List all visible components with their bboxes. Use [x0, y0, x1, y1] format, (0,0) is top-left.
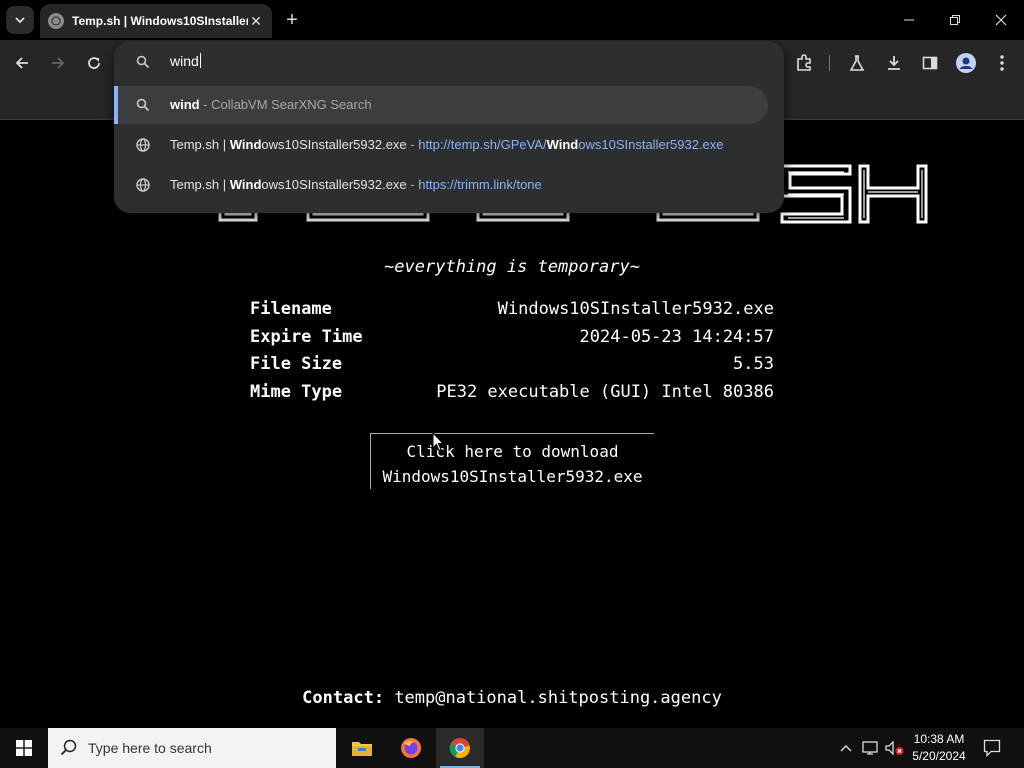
info-row-mime-type: Mime Type PE32 executable (GUI) Intel 80… [250, 382, 774, 410]
minimize-icon [904, 19, 914, 21]
omnibox-dropdown: wind wind - CollabVM SearXNG Search Temp… [114, 41, 784, 213]
chevron-down-icon [15, 17, 25, 24]
browser-tab[interactable]: Temp.sh | Windows10SInstaller5932.exe ✕ [40, 4, 272, 38]
info-label: File Size [250, 354, 343, 374]
restore-icon [950, 15, 960, 25]
file-info-table: Filename Windows10SInstaller5932.exe Exp… [250, 299, 774, 409]
chevron-up-icon [840, 745, 852, 752]
firefox-icon [401, 738, 421, 758]
side-panel-button[interactable] [916, 49, 944, 77]
notification-icon [983, 739, 1001, 757]
taskbar-file-explorer[interactable] [338, 728, 386, 768]
info-value: 5.53 [733, 354, 774, 374]
mouse-cursor-icon [432, 432, 444, 452]
reload-button[interactable] [80, 49, 108, 77]
info-row-filename: Filename Windows10SInstaller5932.exe [250, 299, 774, 327]
search-icon [136, 55, 150, 69]
clock-date: 5/20/2024 [912, 749, 966, 763]
menu-button[interactable] [988, 49, 1016, 77]
arrow-left-icon [15, 57, 28, 69]
new-tab-button[interactable]: + [280, 8, 304, 32]
notifications-button[interactable] [978, 728, 1006, 768]
suggestion-text: Temp.sh | Windows10SInstaller5932.exe - … [170, 177, 542, 192]
download-icon [888, 56, 900, 70]
globe-icon [48, 13, 64, 29]
contact-label: Contact: [302, 688, 385, 708]
toolbar-divider [829, 55, 830, 71]
side-panel-icon [922, 56, 938, 70]
address-input[interactable]: wind [170, 53, 201, 69]
address-bar[interactable]: wind [114, 41, 784, 85]
info-label: Filename [250, 299, 332, 319]
windows-logo-icon [16, 740, 32, 756]
chrome-icon [449, 738, 470, 758]
info-value: 2024-05-23 14:24:57 [579, 326, 774, 347]
reload-icon [88, 57, 100, 69]
download-filename: Windows10SInstaller5932.exe [382, 467, 643, 486]
tab-close-icon[interactable]: ✕ [248, 13, 264, 29]
forward-button[interactable] [44, 49, 72, 77]
more-vertical-icon [1000, 55, 1004, 71]
flask-icon [849, 55, 865, 71]
globe-icon [136, 138, 150, 152]
profile-button[interactable] [952, 49, 980, 77]
volume-button[interactable] [884, 728, 906, 768]
extensions-button[interactable] [790, 49, 818, 77]
taskbar-search[interactable]: Type here to search [48, 728, 336, 768]
tab-search-button[interactable] [6, 6, 34, 34]
info-label: Expire Time [250, 326, 363, 347]
windows-taskbar: Type here to search 10:38 AM 5/20/2024 [0, 728, 1024, 768]
contact-email[interactable]: temp@national.shitposting.agency [394, 688, 722, 708]
downloads-button[interactable] [880, 49, 908, 77]
taskbar-search-placeholder: Type here to search [88, 740, 212, 756]
avatar-icon [956, 53, 976, 73]
restore-button[interactable] [932, 0, 978, 40]
tagline: ~everything is temporary~ [384, 257, 640, 277]
folder-icon [352, 742, 372, 756]
arrow-right-icon [52, 57, 65, 69]
network-button[interactable] [860, 728, 882, 768]
back-button[interactable] [8, 49, 36, 77]
start-button[interactable] [0, 728, 48, 768]
suggestion-search[interactable]: wind - CollabVM SearXNG Search [114, 86, 768, 124]
volume-muted-icon [885, 740, 904, 756]
suggestion-history-2[interactable]: Temp.sh | Windows10SInstaller5932.exe - … [114, 166, 768, 204]
info-row-expire-time: Expire Time 2024-05-23 14:24:57 [250, 327, 774, 355]
suggestion-text: wind - CollabVM SearXNG Search [170, 97, 372, 112]
taskbar-firefox[interactable] [387, 728, 435, 768]
download-button[interactable]: Click here to download Windows10SInstall… [370, 433, 654, 489]
network-icon [862, 741, 878, 755]
info-value: Windows10SInstaller5932.exe [497, 299, 774, 319]
info-label: Mime Type [250, 381, 343, 402]
tray-overflow-button[interactable] [836, 728, 856, 768]
globe-icon [136, 178, 150, 192]
labs-button[interactable] [843, 49, 871, 77]
close-icon [995, 14, 1007, 26]
tab-title: Temp.sh | Windows10SInstaller5932.exe [72, 14, 248, 28]
info-row-file-size: File Size 5.53 [250, 354, 774, 382]
text-caret [199, 53, 201, 68]
close-window-button[interactable] [978, 0, 1024, 40]
tab-strip: Temp.sh | Windows10SInstaller5932.exe ✕ … [0, 0, 1024, 40]
minimize-button[interactable] [886, 0, 932, 40]
suggestion-history-1[interactable]: Temp.sh | Windows10SInstaller5932.exe - … [114, 126, 768, 164]
suggestion-text: Temp.sh | Windows10SInstaller5932.exe - … [170, 137, 724, 152]
puzzle-icon [797, 54, 811, 71]
taskbar-chrome[interactable] [436, 728, 484, 768]
clock-time: 10:38 AM [913, 732, 965, 746]
info-value: PE32 executable (GUI) Intel 80386 [436, 381, 774, 402]
search-icon [136, 98, 150, 112]
search-icon [60, 739, 77, 756]
download-label: Click here to download [406, 442, 619, 461]
contact-line: Contact: temp@national.shitposting.agenc… [0, 688, 1024, 708]
taskbar-clock[interactable]: 10:38 AM 5/20/2024 [906, 731, 972, 765]
